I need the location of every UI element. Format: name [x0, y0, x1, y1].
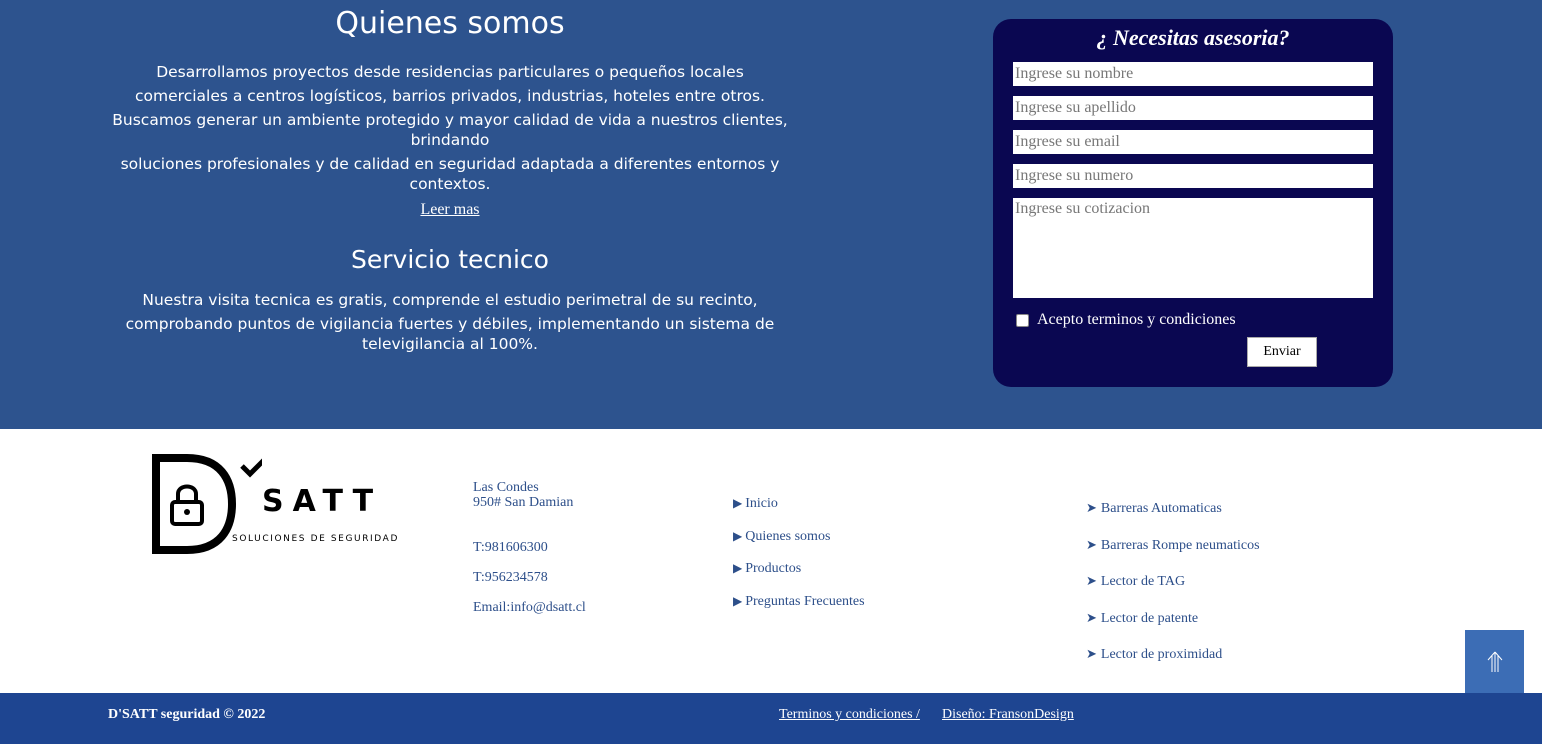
- lastname-input[interactable]: [1013, 96, 1373, 120]
- service-title: Servicio tecnico: [351, 245, 549, 274]
- contact-phone-2: T:956234578: [473, 570, 548, 585]
- product-link-label: Barreras Automaticas: [1100, 501, 1222, 516]
- contact-city: Las Condes: [473, 480, 539, 495]
- product-link-lector-tag[interactable]: ➤ Lector de TAG: [1086, 572, 1260, 609]
- about-line: soluciones profesionales y de calidad en…: [120, 155, 780, 193]
- arrowhead-icon: ➤: [1086, 609, 1097, 625]
- arrowhead-icon: ➤: [1086, 536, 1097, 552]
- arrowhead-icon: ➤: [1086, 573, 1097, 588]
- terms-label: Acepto terminos y condiciones: [1037, 311, 1236, 328]
- contact-address: 950# San Damian: [473, 495, 574, 510]
- service-paragraph: Nuestra visita tecnica es gratis, compre…: [100, 290, 800, 354]
- contact-info: Las Condes 950# San Damian T:981606300 T…: [473, 480, 586, 615]
- contact-email: Email:info@dsatt.cl: [473, 600, 586, 615]
- send-button[interactable]: Enviar: [1247, 337, 1317, 367]
- service-line: Nuestra visita tecnica es gratis, compre…: [142, 291, 758, 309]
- logo-brand: SATT: [262, 484, 383, 519]
- copyright: D'SATT seguridad © 2022: [108, 707, 266, 722]
- nav-link-label: Productos: [745, 561, 802, 576]
- play-arrow-icon: ▶: [733, 561, 743, 575]
- arrowhead-icon: ➤: [1086, 646, 1097, 661]
- nav-link-label: Inicio: [745, 496, 778, 511]
- nav-link-label: Quienes somos: [745, 528, 831, 544]
- terms-checkbox[interactable]: [1016, 313, 1029, 327]
- product-link-label: Lector de patente: [1100, 610, 1199, 626]
- service-line: comprobando puntos de vigilancia fuertes…: [125, 315, 775, 353]
- contact-phone-1: T:981606300: [473, 540, 548, 555]
- product-link-label: Lector de TAG: [1100, 574, 1186, 589]
- design-credit-link[interactable]: Diseño: FransonDesign: [942, 707, 1074, 723]
- about-line: Desarrollamos proyectos desde residencia…: [156, 63, 744, 81]
- about-section: Quienes somos Desarrollamos proyectos de…: [0, 0, 1542, 429]
- about-line: Buscamos generar un ambiente protegido y…: [112, 111, 788, 149]
- number-input[interactable]: [1013, 164, 1373, 188]
- about-block: Quienes somos Desarrollamos proyectos de…: [100, 0, 800, 354]
- form-title: ¿ Necesitas asesoria?: [1096, 25, 1290, 50]
- email-input[interactable]: [1013, 130, 1373, 154]
- product-link-label: Barreras Rompe neumaticos: [1100, 537, 1260, 553]
- play-arrow-icon: ▶: [733, 593, 743, 608]
- about-line: comerciales a centros logísticos, barrio…: [135, 87, 765, 105]
- name-input[interactable]: [1013, 62, 1373, 86]
- product-link-lector-proximidad[interactable]: ➤ Lector de proximidad: [1086, 645, 1260, 682]
- product-link-barreras-automaticas[interactable]: ➤ Barreras Automaticas: [1086, 499, 1260, 536]
- arrow-up-icon: [1487, 651, 1502, 672]
- play-arrow-icon: ▶: [733, 496, 743, 510]
- nav-link-inicio[interactable]: ▶ Inicio: [733, 494, 865, 527]
- arrowhead-icon: ➤: [1086, 500, 1097, 515]
- about-title: Quienes somos: [335, 6, 565, 41]
- terms-link[interactable]: Terminos y condiciones /: [779, 707, 920, 723]
- contact-form: ¿ Necesitas asesoria? Acepto terminos y …: [993, 19, 1393, 387]
- nav-link-productos[interactable]: ▶ Productos: [733, 559, 865, 592]
- nav-link-preguntas[interactable]: ▶ Preguntas Frecuentes: [733, 592, 865, 625]
- bottom-bar: D'SATT seguridad © 2022 Terminos y condi…: [0, 693, 1542, 744]
- nav-link-quienes-somos[interactable]: ▶ Quienes somos: [733, 527, 865, 560]
- product-nav: ➤ Barreras Automaticas ➤ Barreras Rompe ne…: [1086, 499, 1260, 682]
- about-paragraph: Desarrollamos proyectos desde residencia…: [100, 62, 800, 194]
- nav-link-label: Preguntas Frecuentes: [745, 593, 865, 609]
- quote-textarea[interactable]: [1013, 198, 1373, 298]
- play-arrow-icon: ▶: [733, 528, 743, 543]
- product-link-label: Lector de proximidad: [1100, 647, 1223, 662]
- logo-tagline: SOLUCIONES DE SEGURIDAD: [232, 534, 399, 544]
- product-link-rompe-neumaticos[interactable]: ➤ Barreras Rompe neumaticos: [1086, 536, 1260, 573]
- product-link-lector-patente[interactable]: ➤ Lector de patente: [1086, 609, 1260, 646]
- read-more-link[interactable]: Leer mas: [420, 201, 479, 219]
- footer-nav: ▶ Inicio ▶ Quienes somos ▶ Productos ▶ Pregu…: [733, 494, 865, 624]
- dsatt-logo: SATT SOLUCIONES DE SEGURIDAD: [152, 454, 402, 554]
- terms-checkbox-row[interactable]: Acepto terminos y condiciones: [1016, 311, 1236, 329]
- scroll-to-top-button[interactable]: [1465, 630, 1524, 693]
